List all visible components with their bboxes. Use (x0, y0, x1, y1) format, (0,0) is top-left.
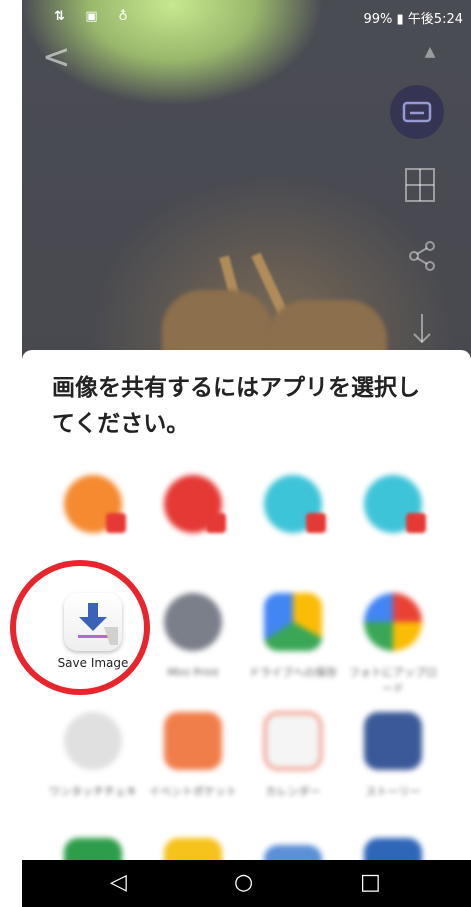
status-left-icons: ⇅ ▣ ♁ (54, 9, 136, 24)
mini-print-app[interactable]: Mini Print (144, 593, 242, 693)
cheki-app[interactable]: ワンタッチチェキ (44, 712, 142, 822)
highlight-circle (10, 560, 150, 695)
recent-share-target[interactable] (244, 475, 342, 555)
google-drive-icon (264, 593, 322, 651)
calendar-icon (264, 712, 322, 770)
status-bar: ⇅ ▣ ♁ 99% ▮ 午後5:24 (22, 0, 471, 32)
collapse-arrow-icon[interactable]: ▲ (390, 44, 470, 60)
app-label: イベントポケット (149, 785, 237, 798)
status-right-info: 99% ▮ 午後5:24 (363, 12, 463, 27)
event-app-icon (164, 712, 222, 770)
recent-share-target[interactable] (44, 475, 142, 555)
facebook-stories-app[interactable]: ストーリー (344, 712, 442, 822)
nav-back-icon[interactable]: ◁ (110, 870, 127, 895)
app-label: カレンダー (265, 785, 321, 798)
recent-share-target[interactable] (144, 475, 242, 555)
app-badge-icon (306, 513, 326, 533)
app-label: ドライブへの保存 (249, 666, 337, 679)
nav-recents-icon[interactable]: □ (360, 870, 381, 895)
app-label: ワンタッチチェキ (49, 785, 137, 798)
share-icon[interactable] (404, 238, 440, 274)
recent-share-target[interactable] (344, 475, 442, 555)
navigation-bar: ◁ ○ □ (22, 860, 471, 907)
share-sheet-title: 画像を共有するにはアプリを選択してください。 (52, 375, 420, 437)
google-photos-icon (364, 593, 422, 651)
app-label: Mini Print (167, 666, 219, 679)
app-badge-icon (106, 513, 126, 533)
print-button[interactable] (390, 85, 444, 139)
nav-home-icon[interactable]: ○ (234, 870, 253, 895)
calendar-app[interactable]: カレンダー (244, 712, 342, 822)
facebook-icon (364, 712, 422, 770)
app-label: ストーリー (365, 785, 421, 798)
download-icon[interactable] (410, 312, 434, 346)
app-label: フォトにアップロード (349, 666, 437, 695)
drive-app[interactable]: ドライブへの保存 (244, 593, 342, 693)
back-arrow-icon[interactable]: < (42, 40, 71, 74)
pen-app-icon (64, 712, 122, 770)
event-pocket-app[interactable]: イベントポケット (144, 712, 242, 822)
app-badge-icon (406, 513, 426, 533)
mini-print-app-icon (164, 593, 222, 651)
layout-grid-icon[interactable] (400, 165, 440, 205)
app-badge-icon (206, 513, 226, 533)
printer-icon (402, 101, 432, 123)
photos-app[interactable]: フォトにアップロード (344, 593, 442, 695)
phone-screen: ⇅ ▣ ♁ 99% ▮ 午後5:24 < ▲ 画像を共有するにはアプリを選択して… (22, 0, 471, 907)
